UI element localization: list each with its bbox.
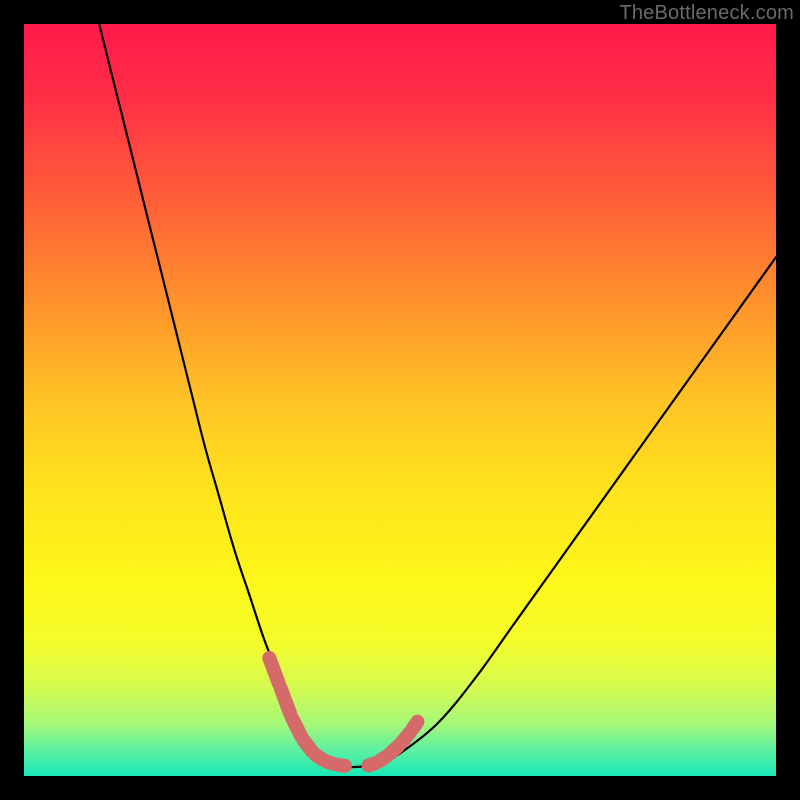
gradient-background xyxy=(24,24,776,776)
left-dip-marker xyxy=(269,658,279,683)
right-dip-marker xyxy=(413,722,418,729)
left-dip-marker xyxy=(281,688,291,713)
bottleneck-chart xyxy=(24,24,776,776)
plot-frame xyxy=(24,24,776,776)
left-dip-marker xyxy=(292,718,301,736)
watermark-text: TheBottleneck.com xyxy=(619,2,794,25)
left-dip-marker xyxy=(339,765,345,766)
